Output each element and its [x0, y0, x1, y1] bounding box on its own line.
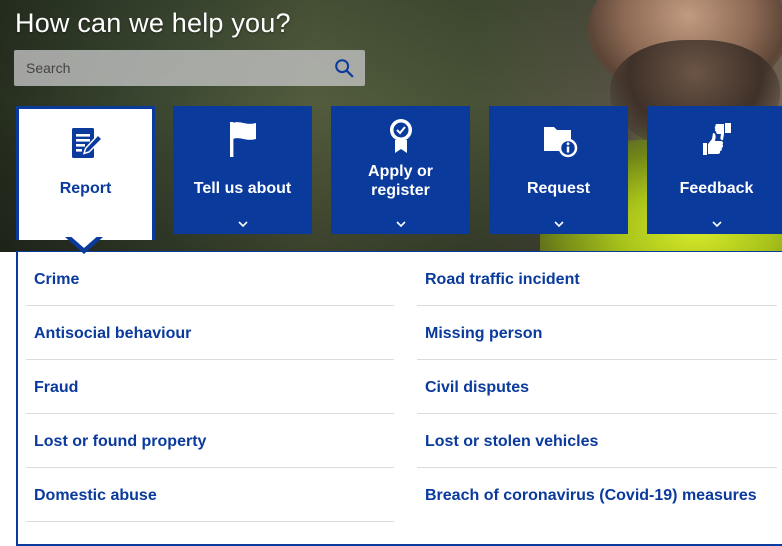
- category-tiles: Report Tell us about Apply or register R…: [16, 106, 782, 254]
- menu-link-crime[interactable]: Crime: [26, 252, 394, 306]
- award-badge-icon: [331, 116, 470, 158]
- tile-apply-or-register[interactable]: Apply or register: [331, 106, 470, 234]
- menu-column-left: Crime Antisocial behaviour Fraud Lost or…: [26, 252, 394, 522]
- search-icon[interactable]: [333, 57, 355, 79]
- menu-link-civil-disputes[interactable]: Civil disputes: [417, 360, 777, 414]
- menu-link-lost-or-found-property[interactable]: Lost or found property: [26, 414, 394, 468]
- search-input[interactable]: [26, 60, 316, 76]
- chevron-down-icon: [647, 220, 782, 228]
- tile-tell-us-about[interactable]: Tell us about: [173, 106, 312, 234]
- chevron-down-icon: [489, 220, 628, 228]
- flag-icon: [173, 118, 312, 160]
- report-menu-panel: Crime Antisocial behaviour Fraud Lost or…: [16, 251, 782, 546]
- menu-link-missing-person[interactable]: Missing person: [417, 306, 777, 360]
- tile-report[interactable]: Report: [16, 106, 155, 240]
- tile-report-label: Report: [59, 180, 112, 197]
- menu-link-antisocial-behaviour[interactable]: Antisocial behaviour: [26, 306, 394, 360]
- thumbs-up-down-icon: [647, 118, 782, 160]
- search-box[interactable]: [14, 50, 365, 86]
- chevron-down-icon: [173, 220, 312, 228]
- tile-feedback[interactable]: Feedback: [647, 106, 782, 234]
- tile-request[interactable]: Request: [489, 106, 628, 234]
- menu-link-fraud[interactable]: Fraud: [26, 360, 394, 414]
- menu-link-domestic-abuse[interactable]: Domestic abuse: [26, 468, 394, 522]
- tile-tell-us-about-label: Tell us about: [193, 180, 292, 197]
- menu-link-road-traffic-incident[interactable]: Road traffic incident: [417, 252, 777, 306]
- report-form-icon: [19, 123, 152, 165]
- folder-info-icon: [489, 118, 628, 160]
- chevron-down-icon: [331, 220, 470, 228]
- menu-link-breach-of-coronavirus-measures[interactable]: Breach of coronavirus (Covid-19) measure…: [417, 468, 777, 540]
- tile-feedback-label: Feedback: [679, 180, 754, 197]
- menu-column-right: Road traffic incident Missing person Civ…: [417, 252, 777, 540]
- page-title: How can we help you?: [15, 8, 291, 38]
- menu-link-lost-or-stolen-vehicles[interactable]: Lost or stolen vehicles: [417, 414, 777, 468]
- active-tile-pointer: [68, 234, 100, 248]
- page: How can we help you? Rep: [0, 0, 782, 546]
- tile-request-label: Request: [526, 180, 591, 197]
- tile-apply-or-register-label: Apply or register: [368, 163, 433, 199]
